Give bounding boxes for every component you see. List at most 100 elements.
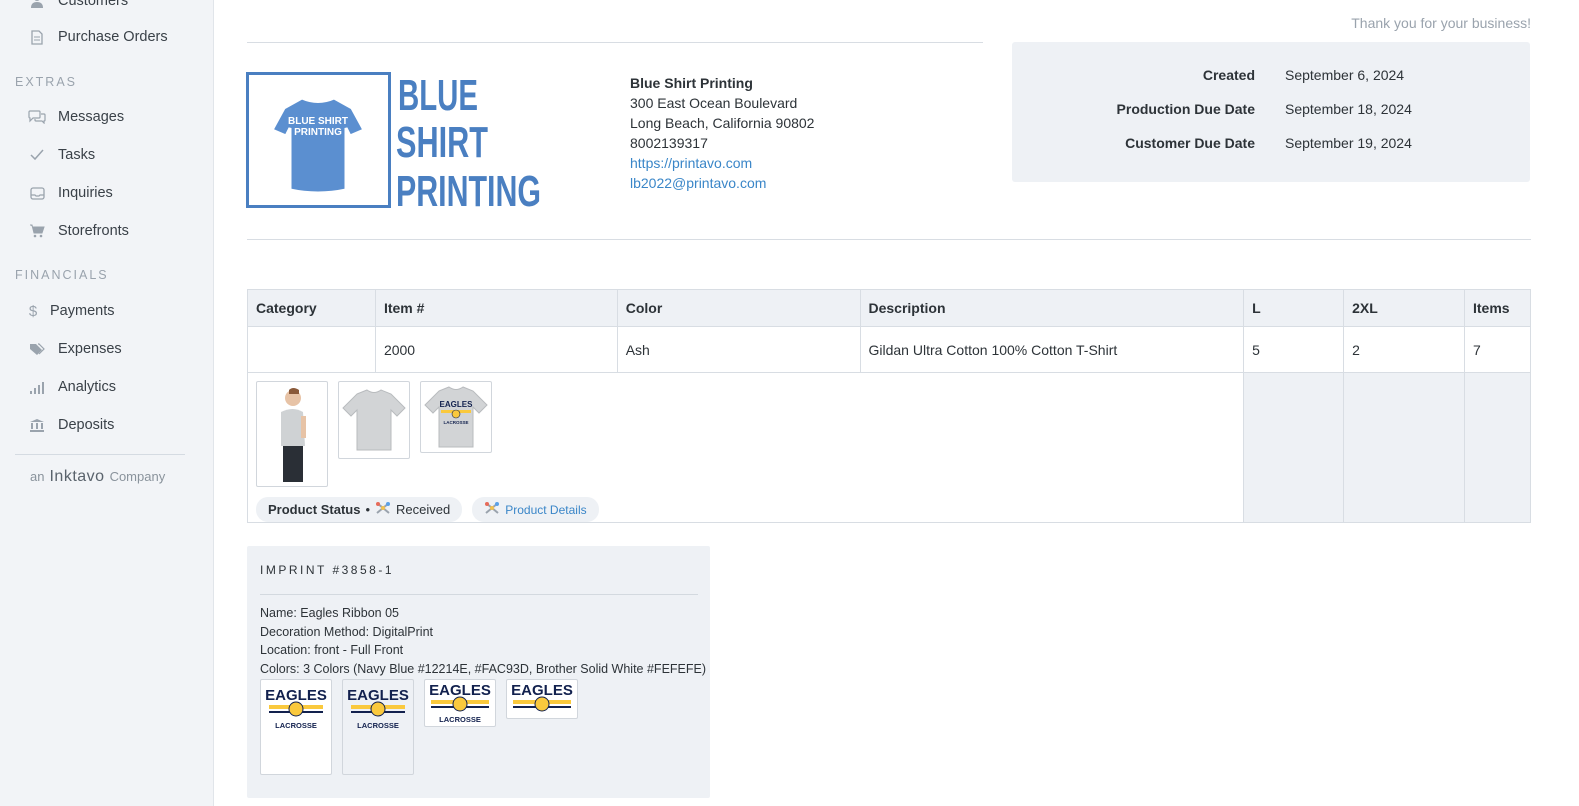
col-header-category: Category: [247, 289, 376, 327]
sidebar-item-storefronts[interactable]: Storefronts: [28, 222, 129, 240]
imprint-mockup-2[interactable]: EAGLES LACROSSE: [342, 679, 414, 775]
product-images-cell: EAGLES LACROSSE Product Status • Receive…: [246, 372, 1245, 523]
cell-color: Ash: [616, 326, 861, 373]
cell-description: Gildan Ultra Cotton 100% Cotton T-Shirt: [859, 326, 1245, 373]
sidebar-item-label: Purchase Orders: [58, 29, 168, 45]
product-details-label: Product Details: [505, 502, 587, 517]
sidebar-item-label: Deposits: [58, 417, 115, 433]
imprint-mockups: EAGLES LACROSSE EAGLES LACROSSE EAGLES L…: [260, 679, 578, 775]
tag-icon: [28, 340, 46, 358]
company-name: Blue Shirt Printing: [630, 75, 753, 91]
brand-suffix: Company: [109, 469, 166, 484]
imprint-colors: Colors: 3 Colors (Navy Blue #12214E, #FA…: [260, 661, 707, 676]
cell-items: 7: [1463, 326, 1532, 373]
product-status-label: Product Status: [268, 502, 361, 517]
imprint-location: Location: front - Full Front: [260, 643, 404, 657]
svg-text:EAGLES: EAGLES: [440, 400, 474, 409]
company-phone: 8002139317: [630, 135, 708, 151]
sidebar-item-label: Expenses: [58, 341, 122, 357]
imprint-title: IMPRINT #3858-1: [260, 563, 394, 577]
created-label: Created: [1202, 67, 1255, 83]
product-status-pill[interactable]: Product Status • Received: [256, 497, 463, 522]
company-logo: BLUE SHIRT PRINTING BLUE SHIRT PRINTING: [246, 71, 542, 216]
line-items-table: Category Item # Color Description L 2XL …: [246, 289, 1532, 523]
company-website-link[interactable]: https://printavo.com: [630, 153, 814, 173]
svg-text:BLUE: BLUE: [398, 72, 478, 120]
sidebar-item-inquiries[interactable]: Inquiries: [28, 184, 113, 202]
sidebar-item-expenses[interactable]: Expenses: [28, 340, 122, 358]
svg-text:LACROSSE: LACROSSE: [439, 715, 481, 724]
svg-text:EAGLES: EAGLES: [265, 687, 327, 704]
sidebar-item-tasks[interactable]: Tasks: [28, 146, 95, 164]
person-icon: [28, 0, 46, 10]
sidebar-item-label: Customers: [58, 0, 129, 9]
document-icon: [28, 28, 46, 46]
cart-icon: [28, 222, 46, 240]
col-header-2xl: 2XL: [1343, 289, 1465, 327]
product-pills: Product Status • Received Product Detail…: [256, 497, 1235, 522]
imprint-mockup-3[interactable]: EAGLES LACROSSE: [424, 679, 496, 727]
svg-text:PRINTING: PRINTING: [396, 167, 541, 210]
empty-size-cell-2xl: [1343, 372, 1465, 523]
sidebar-item-purchase-orders[interactable]: Purchase Orders: [28, 28, 168, 46]
dollar-icon: $: [28, 302, 38, 320]
svg-text:EAGLES: EAGLES: [511, 682, 573, 699]
sidebar-item-payments[interactable]: $ Payments: [28, 302, 115, 320]
product-images-row: EAGLES LACROSSE Product Status • Receive…: [246, 372, 1532, 523]
sidebar: Customers Purchase Orders EXTRAS Message…: [0, 0, 214, 806]
product-details-button[interactable]: Product Details: [472, 497, 599, 522]
cell-2xl: 2: [1343, 326, 1465, 373]
thank-you-message: Thank you for your business!: [1351, 15, 1531, 31]
created-row: Created September 6, 2024: [1012, 67, 1530, 83]
col-header-items: Items: [1463, 289, 1532, 327]
svg-text:LACROSSE: LACROSSE: [443, 420, 468, 425]
imprint-mockup-1[interactable]: EAGLES LACROSSE: [260, 679, 332, 775]
created-value: September 6, 2024: [1285, 67, 1405, 83]
imprint-method: Decoration Method: DigitalPrint: [260, 624, 433, 639]
chat-icon: [28, 108, 46, 126]
sidebar-item-deposits[interactable]: Deposits: [28, 416, 114, 434]
product-status-value: Received: [396, 502, 451, 517]
sidebar-item-analytics[interactable]: Analytics: [28, 378, 116, 396]
svg-text:LACROSSE: LACROSSE: [275, 721, 317, 730]
product-thumbnail-model[interactable]: [256, 381, 328, 487]
sidebar-item-messages[interactable]: Messages: [28, 108, 124, 126]
sidebar-divider: [15, 454, 185, 455]
svg-text:EAGLES: EAGLES: [429, 682, 491, 699]
product-thumbnail-mockup[interactable]: EAGLES LACROSSE: [420, 381, 492, 453]
col-header-color: Color: [616, 289, 861, 327]
company-info: Blue Shirt Printing 300 East Ocean Boule…: [630, 73, 814, 193]
product-thumbnail-front[interactable]: [338, 381, 410, 459]
bars-icon: [28, 378, 46, 396]
col-header-item: Item #: [374, 289, 618, 327]
header-divider: [247, 42, 983, 43]
customer-due-label: Customer Due Date: [1125, 135, 1255, 151]
section-label-financials: FINANCIALS: [15, 268, 109, 282]
imprint-details: Name: Eagles Ribbon 05 Decoration Method…: [260, 604, 706, 678]
cell-l: 5: [1243, 326, 1345, 373]
product-details-icon: [484, 501, 500, 518]
production-due-value: September 18, 2024: [1285, 101, 1412, 117]
sidebar-item-label: Inquiries: [58, 185, 113, 201]
imprint-mockup-4[interactable]: EAGLES: [506, 679, 578, 719]
col-header-description: Description: [859, 289, 1245, 327]
brand-name: Inktavo: [49, 468, 105, 485]
production-due-label: Production Due Date: [1116, 101, 1255, 117]
cell-item: 2000: [374, 326, 618, 373]
svg-text:BLUE SHIRT: BLUE SHIRT: [288, 116, 348, 127]
sidebar-item-label: Messages: [58, 109, 125, 125]
empty-size-cell-l: [1243, 372, 1345, 523]
imprint-name: Name: Eagles Ribbon 05: [260, 606, 399, 620]
product-thumbnails: EAGLES LACROSSE: [256, 381, 1235, 487]
svg-text:PRINTING: PRINTING: [294, 127, 342, 138]
imprint-divider: [260, 594, 698, 595]
company-email-link[interactable]: lb2022@printavo.com: [630, 173, 814, 193]
col-header-l: L: [1243, 289, 1345, 327]
product-status-separator: •: [365, 502, 371, 517]
table-row: 2000 Ash Gildan Ultra Cotton 100% Cotton…: [247, 326, 1532, 373]
cell-category: [247, 326, 376, 373]
received-icon: [375, 501, 391, 518]
brand-prefix: an: [30, 469, 45, 484]
sidebar-item-customers[interactable]: Customers: [28, 0, 128, 10]
company-address-2: Long Beach, California 90802: [630, 115, 815, 131]
